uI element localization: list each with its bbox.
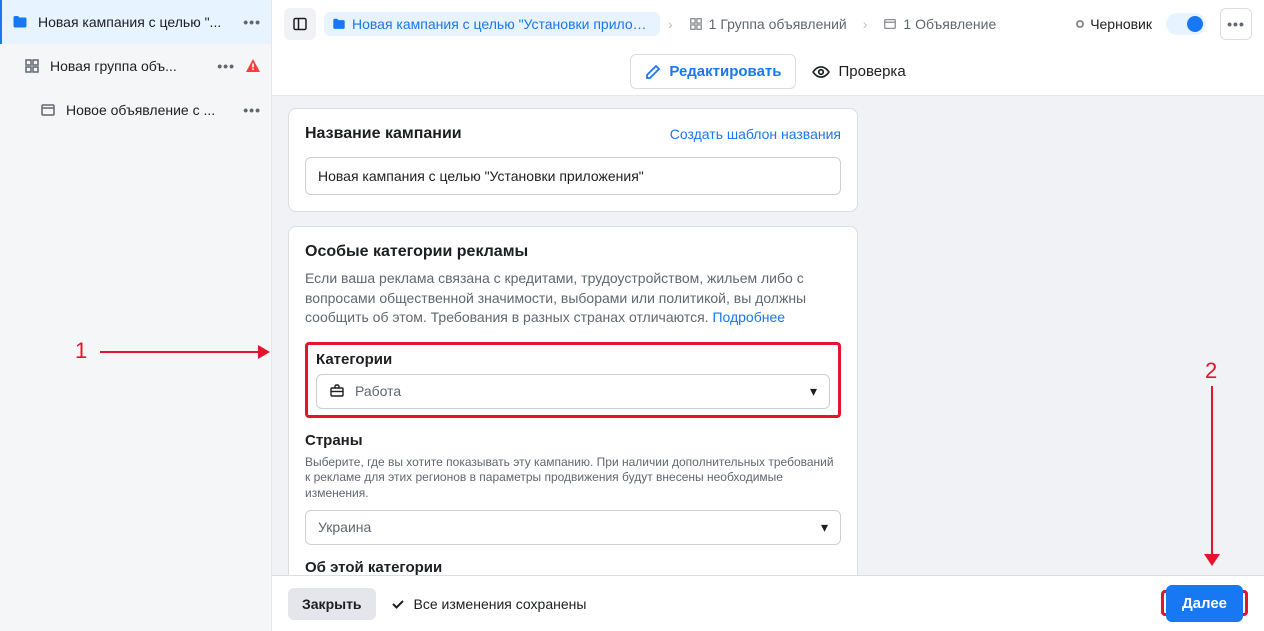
more-actions-button[interactable]: ••• [1220,8,1252,40]
save-status: Все изменения сохранены [390,596,587,612]
countries-section: Страны Выберите, где вы хотите показыват… [305,432,841,545]
campaign-tree-sidebar: Новая кампания с целью "... ••• Новая гр… [0,0,272,631]
folder-icon [12,14,28,30]
breadcrumb-bar: Новая кампания с целью "Установки прилож… [272,0,1264,48]
breadcrumb-label: Новая кампания с целью "Установки прилож… [352,16,652,32]
check-icon [390,596,406,612]
campaign-status: Черновик [1076,16,1152,32]
sidebar-item-label: Новое объявление с ... [66,102,233,118]
sidebar-item-adset[interactable]: Новая группа объ... ••• [0,44,271,88]
campaign-name-input[interactable] [305,157,841,195]
main-panel: Новая кампания с целью "Установки прилож… [272,0,1264,631]
categories-label: Категории [316,351,830,368]
sidebar-item-label: Новая кампания с целью "... [38,14,233,30]
card-title: Особые категории рекламы [305,243,841,261]
form-scroll-area[interactable]: Название кампании Создать шаблон названи… [272,96,1264,631]
tab-label: Проверка [838,63,905,80]
eye-icon [812,63,830,81]
editor-tabs: Редактировать Проверка [272,48,1264,96]
countries-label: Страны [305,432,841,449]
more-icon[interactable]: ••• [243,102,261,118]
more-icon[interactable]: ••• [243,14,261,30]
status-dot-icon [1076,20,1084,28]
about-label: Об этой категории [305,559,841,576]
categories-select[interactable]: Работа ▾ [316,374,830,409]
card-title: Название кампании [305,125,462,143]
breadcrumb-label: 1 Группа объявлений [709,16,847,32]
breadcrumb-adset[interactable]: 1 Группа объявлений [681,12,855,36]
briefcase-icon [329,383,345,399]
pencil-icon [645,64,661,80]
chevron-right-icon: › [668,16,673,32]
breadcrumb-campaign[interactable]: Новая кампания с целью "Установки прилож… [324,12,660,36]
panel-toggle-button[interactable] [284,8,316,40]
breadcrumb-label: 1 Объявление [903,16,996,32]
sidebar-item-ad[interactable]: Новое объявление с ... ••• [0,88,271,132]
sidebar-item-campaign[interactable]: Новая кампания с целью "... ••• [0,0,271,44]
tab-edit[interactable]: Редактировать [630,54,796,89]
breadcrumb-ad[interactable]: 1 Объявление [875,12,1004,36]
adset-icon [689,17,703,31]
countries-select[interactable]: Украина ▾ [305,510,841,545]
countries-description: Выберите, где вы хотите показывать эту к… [305,455,841,502]
save-status-text: Все изменения сохранены [414,596,587,612]
more-icon[interactable]: ••• [217,58,235,74]
chevron-down-icon: ▾ [821,519,828,536]
tab-label: Редактировать [669,63,781,80]
categories-section-highlight: Категории Работа ▾ [305,342,841,418]
close-button[interactable]: Закрыть [288,588,376,620]
create-name-template-link[interactable]: Создать шаблон названия [670,126,841,142]
categories-value: Работа [355,383,800,399]
tab-review[interactable]: Проверка [812,63,905,81]
chevron-down-icon: ▾ [810,383,817,400]
warning-icon [245,58,261,74]
special-categories-card: Особые категории рекламы Если ваша рекла… [288,226,858,631]
card-description: Если ваша реклама связана с кредитами, т… [305,269,841,328]
status-label: Черновик [1090,16,1152,32]
next-button[interactable]: Далее [1166,585,1243,622]
countries-value: Украина [318,519,811,535]
adset-icon [24,58,40,74]
campaign-toggle[interactable] [1166,13,1206,35]
folder-icon [332,17,346,31]
ad-icon [883,17,897,31]
sidebar-item-label: Новая группа объ... [50,58,207,74]
next-button-highlight: Далее [1161,590,1248,616]
learn-more-link[interactable]: Подробнее [712,309,785,325]
ad-icon [40,102,56,118]
chevron-right-icon: › [863,16,868,32]
campaign-name-card: Название кампании Создать шаблон названи… [288,108,858,212]
editor-footer: Закрыть Все изменения сохранены Далее [272,575,1264,631]
